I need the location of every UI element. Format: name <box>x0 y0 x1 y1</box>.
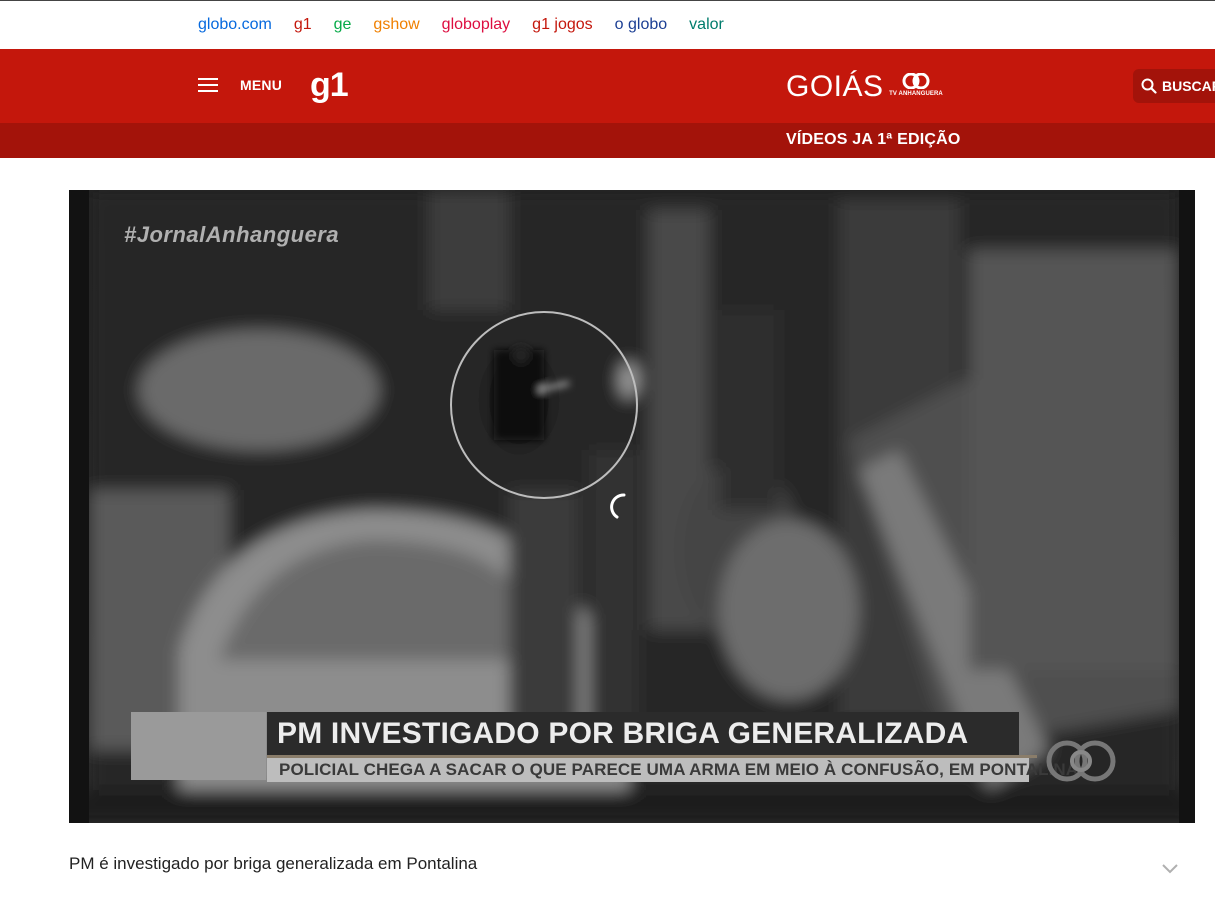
hamburger-icon <box>198 78 218 92</box>
link-globoplay[interactable]: globoplay <box>442 15 511 35</box>
affiliate-name: TV ANHANGUERA <box>889 91 943 97</box>
spinner-icon <box>610 493 626 519</box>
video-subheadline: POLICIAL CHEGA A SACAR O QUE PARECE UMA … <box>267 758 1078 782</box>
region-title[interactable]: GOIÁS <box>786 69 884 105</box>
site-header: MENU g1 GOIÁS TV ANHANGUERA BUSCAR <box>0 49 1215 123</box>
tv-globo-watermark-icon <box>1046 740 1116 782</box>
link-o-globo[interactable]: o globo <box>615 15 668 35</box>
video-lower-third: PM INVESTIGADO POR BRIGA GENERALIZADA PO… <box>131 710 1078 782</box>
tv-globo-rings-icon <box>902 73 930 89</box>
section-title[interactable]: VÍDEOS JA 1ª EDIÇÃO <box>786 131 961 149</box>
link-ge[interactable]: ge <box>334 15 352 35</box>
tv-anhanguera-logo[interactable]: TV ANHANGUERA <box>886 73 946 101</box>
menu-label: MENU <box>240 77 283 93</box>
globo-network-links: globo.com g1 ge gshow globoplay g1 jogos… <box>198 15 746 35</box>
section-header: VÍDEOS JA 1ª EDIÇÃO <box>0 123 1215 158</box>
link-g1[interactable]: g1 <box>294 15 312 35</box>
video-headline: PM INVESTIGADO POR BRIGA GENERALIZADA <box>267 712 1019 755</box>
link-globo-com[interactable]: globo.com <box>198 15 272 35</box>
link-g1-jogos[interactable]: g1 jogos <box>532 15 593 35</box>
search-icon <box>1141 78 1157 94</box>
globo-network-bar: globo.com g1 ge gshow globoplay g1 jogos… <box>0 0 1215 49</box>
search-label: BUSCAR <box>1162 78 1215 94</box>
g1-logo[interactable]: g1 <box>310 67 349 103</box>
video-player[interactable]: #JornalAnhanguera PM INVESTIGADO POR BRI… <box>69 190 1195 823</box>
video-caption: PM é investigado por briga generalizada … <box>69 854 478 873</box>
link-valor[interactable]: valor <box>689 15 724 35</box>
lower-third-thumbnail <box>131 712 266 780</box>
link-gshow[interactable]: gshow <box>373 15 419 35</box>
search-button[interactable]: BUSCAR <box>1133 69 1215 103</box>
chevron-down-icon[interactable] <box>1161 862 1179 874</box>
menu-button[interactable]: MENU <box>198 77 282 93</box>
show-watermark: #JornalAnhanguera <box>124 222 340 247</box>
